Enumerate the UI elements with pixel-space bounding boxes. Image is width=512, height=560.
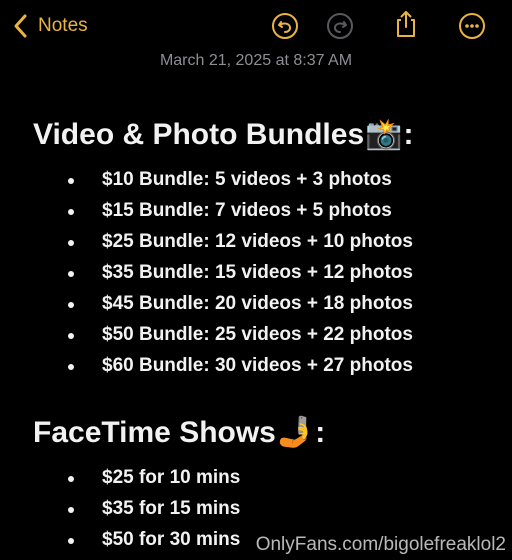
selfie-emoji-icon: 🤳	[276, 416, 315, 449]
bullet-icon	[68, 240, 74, 246]
bullet-icon	[68, 364, 74, 370]
section-heading: Video & Photo Bundles 📸 :	[33, 117, 414, 152]
chevron-left-icon	[12, 13, 30, 39]
section-heading: FaceTime Shows 🤳 :	[33, 415, 325, 450]
heading-colon: :	[315, 415, 326, 449]
more-icon	[458, 12, 486, 40]
list-item-text: $45 Bundle: 20 videos + 18 photos	[102, 293, 413, 314]
bundle-list: $10 Bundle: 5 videos + 3 photos $15 Bund…	[0, 165, 512, 382]
note-date: March 21, 2025 at 8:37 AM	[159, 52, 353, 69]
list-item-text: $15 Bundle: 7 videos + 5 photos	[102, 200, 392, 221]
back-label: Notes	[38, 15, 88, 36]
list-item: $50 Bundle: 25 videos + 22 photos	[0, 320, 512, 351]
list-item: $25 for 10 mins	[0, 463, 512, 494]
share-icon	[392, 9, 420, 39]
bullet-icon	[68, 507, 74, 513]
bullet-icon	[68, 476, 74, 482]
section-heading-text: FaceTime Shows	[33, 415, 276, 449]
list-item-text: $35 for 15 mins	[102, 498, 241, 519]
undo-icon	[271, 12, 299, 40]
list-item-text: $10 Bundle: 5 videos + 3 photos	[102, 169, 392, 190]
share-button[interactable]	[392, 10, 420, 38]
list-item-text: $35 Bundle: 15 videos + 12 photos	[102, 262, 413, 283]
camera-flash-emoji-icon: 📸	[365, 118, 403, 151]
list-item: $35 Bundle: 15 videos + 12 photos	[0, 258, 512, 289]
list-item-text: $50 for 30 mins	[102, 529, 241, 550]
redo-button[interactable]	[326, 12, 354, 40]
list-item: $10 Bundle: 5 videos + 3 photos	[0, 165, 512, 196]
list-item: $45 Bundle: 20 videos + 18 photos	[0, 289, 512, 320]
section-heading-text: Video & Photo Bundles	[33, 117, 365, 151]
more-button[interactable]	[458, 12, 486, 40]
list-item-text: $50 Bundle: 25 videos + 22 photos	[102, 324, 413, 345]
bullet-icon	[68, 538, 74, 544]
bullet-icon	[68, 271, 74, 277]
list-item: $15 Bundle: 7 videos + 5 photos	[0, 196, 512, 227]
back-button[interactable]: Notes	[12, 12, 88, 40]
bullet-icon	[68, 209, 74, 215]
redo-icon	[326, 12, 354, 40]
list-item: $35 for 15 mins	[0, 494, 512, 525]
bullet-icon	[68, 178, 74, 184]
watermark: OnlyFans.com/bigolefreaklol2	[255, 534, 506, 555]
list-item-text: $25 for 10 mins	[102, 467, 241, 488]
list-item: $60 Bundle: 30 videos + 27 photos	[0, 351, 512, 382]
toolbar: Notes	[0, 0, 512, 52]
list-item-text: $60 Bundle: 30 videos + 27 photos	[102, 355, 413, 376]
undo-button[interactable]	[271, 12, 299, 40]
heading-colon: :	[403, 117, 414, 151]
list-item: $25 Bundle: 12 videos + 10 photos	[0, 227, 512, 258]
bullet-icon	[68, 333, 74, 339]
list-item-text: $25 Bundle: 12 videos + 10 photos	[102, 231, 413, 252]
bullet-icon	[68, 302, 74, 308]
